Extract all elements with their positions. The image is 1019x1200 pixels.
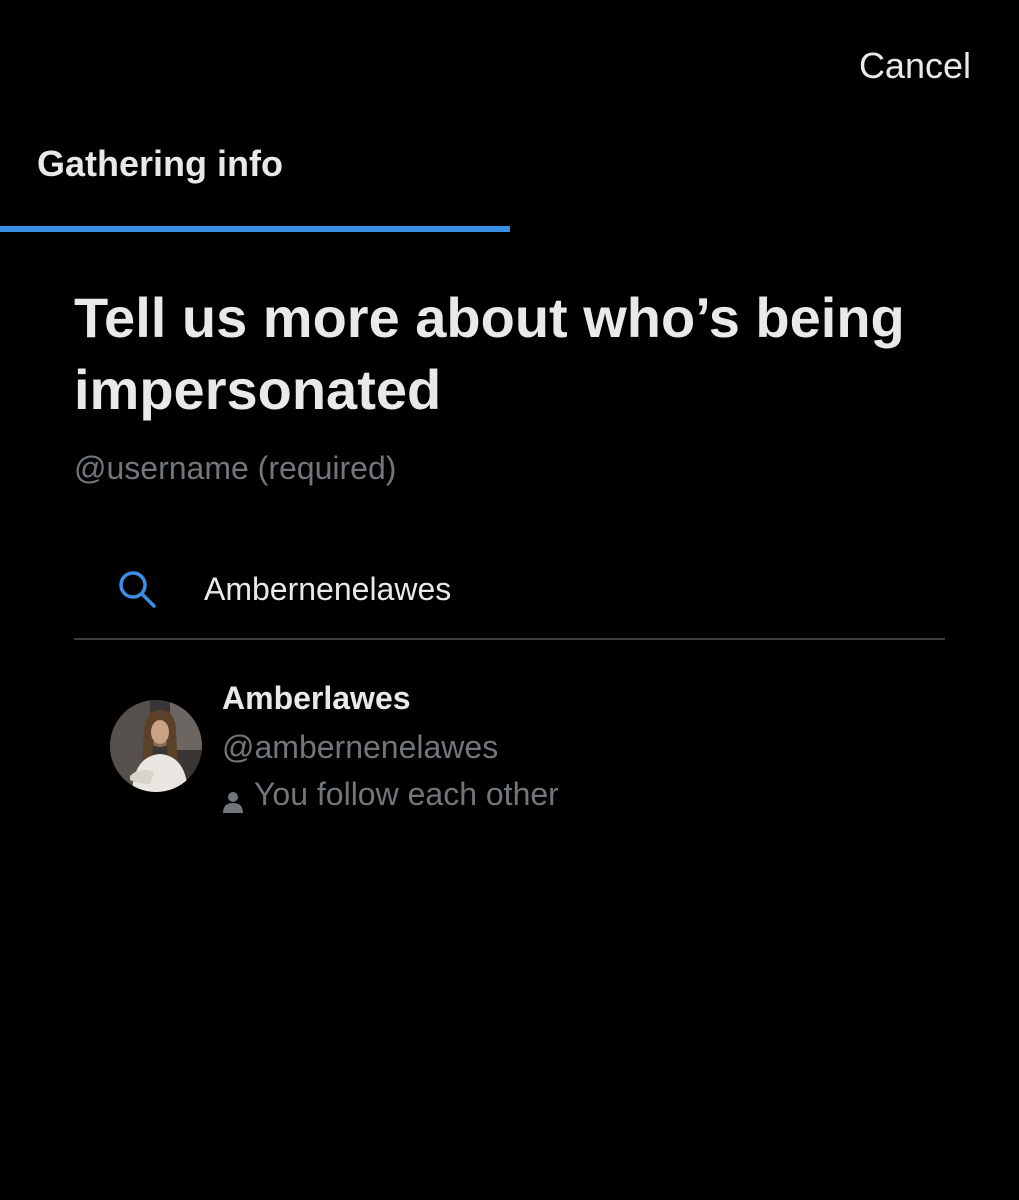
search-icon	[116, 568, 158, 610]
follow-status: You follow each other	[222, 774, 559, 814]
progress-bar	[0, 226, 1019, 232]
result-handle: @ambernenelawes	[222, 729, 499, 765]
list-item[interactable]: Amberlawes @ambernenelawes You follow ea…	[108, 672, 938, 822]
person-icon	[222, 784, 244, 813]
follow-status-text: You follow each other	[254, 776, 559, 812]
avatar	[110, 700, 202, 792]
page-title: Tell us more about who’s being impersona…	[74, 286, 905, 421]
field-label: @username (required)	[74, 450, 397, 486]
progress-bar-fill	[0, 226, 510, 232]
result-display-name: Amberlawes	[222, 680, 411, 716]
cancel-button[interactable]: Cancel	[859, 44, 971, 88]
search-field[interactable]	[74, 548, 945, 640]
search-input[interactable]	[204, 566, 904, 612]
step-title: Gathering info	[37, 143, 283, 184]
